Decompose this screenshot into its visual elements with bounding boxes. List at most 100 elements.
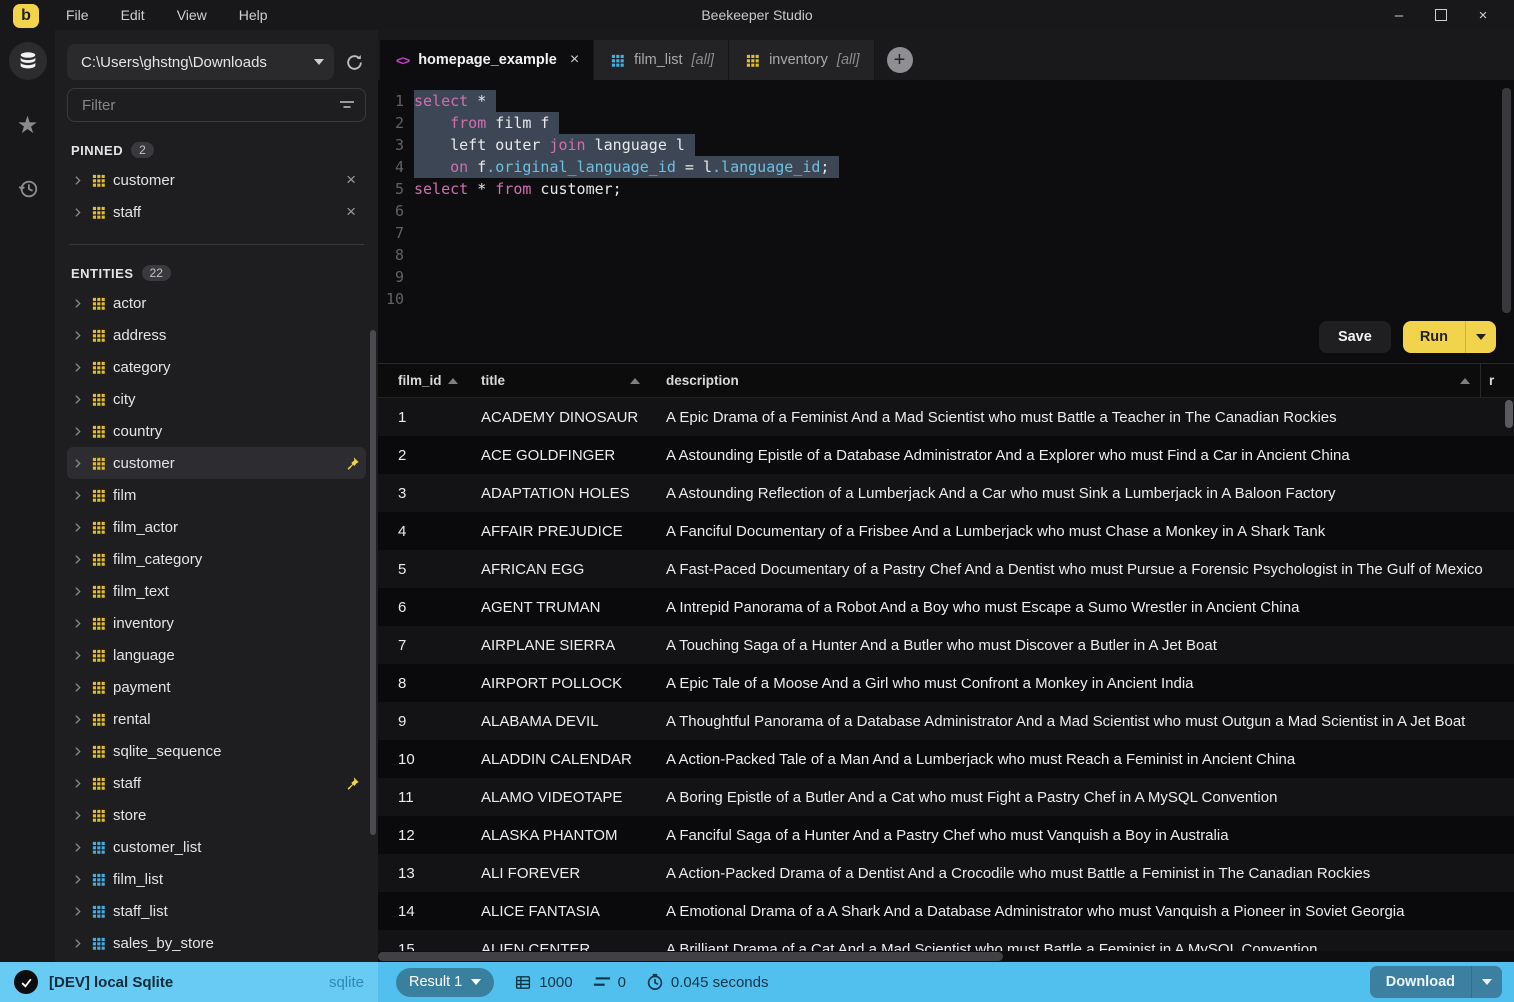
pinned-item-customer[interactable]: customer × [67,164,366,196]
menu-view[interactable]: View [164,3,220,27]
chevron-right-icon[interactable] [71,585,84,598]
sidebar-item-payment[interactable]: payment [67,671,366,703]
sidebar-item-category[interactable]: category [67,351,366,383]
sidebar-item-language[interactable]: language [67,639,366,671]
sidebar-item-film_text[interactable]: film_text [67,575,366,607]
pinned-item-staff[interactable]: staff × [67,196,366,228]
chevron-right-icon[interactable] [71,809,84,822]
chevron-right-icon[interactable] [71,206,84,219]
save-button[interactable]: Save [1318,321,1391,353]
sidebar-item-country[interactable]: country [67,415,366,447]
sidebar-item-inventory[interactable]: inventory [67,607,366,639]
sidebar-item-actor[interactable]: actor [67,287,366,319]
filter-input[interactable] [82,96,339,114]
table-row[interactable]: 8 AIRPORT POLLOCK A Epic Tale of a Moose A… [378,664,1514,702]
table-row[interactable]: 3 ADAPTATION HOLES A Astounding Reflection… [378,474,1514,512]
table-row[interactable]: 12 ALASKA PHANTOM A Fanciful Saga of a Hun… [378,816,1514,854]
chevron-right-icon[interactable] [71,553,84,566]
chevron-right-icon[interactable] [71,649,84,662]
new-tab-button[interactable]: + [886,47,913,73]
sidebar-item-customer_list[interactable]: customer_list [67,831,366,863]
table-row[interactable]: 13 ALI FOREVER A Action-Packed Drama of a … [378,854,1514,892]
tab-homepage_example[interactable]: <> homepage_example × [380,40,595,80]
chevron-right-icon[interactable] [71,361,84,374]
chevron-right-icon[interactable] [71,777,84,790]
sidebar-item-rental[interactable]: rental [67,703,366,735]
table-row[interactable]: 2 ACE GOLDFINGER A Astounding Epistle of a… [378,436,1514,474]
chevron-right-icon[interactable] [71,841,84,854]
chevron-right-icon[interactable] [71,174,84,187]
column-header-next-partial[interactable]: r [1480,364,1514,397]
maximize-button[interactable] [1424,3,1458,27]
sidebar-item-sqlite_sequence[interactable]: sqlite_sequence [67,735,366,767]
table-row[interactable]: 1 ACADEMY DINOSAUR A Epic Drama of a Femin… [378,398,1514,436]
sidebar-item-city[interactable]: city [67,383,366,415]
sidebar-item-staff[interactable]: staff [67,767,366,799]
sidebar-item-staff_list[interactable]: staff_list [67,895,366,927]
chevron-right-icon[interactable] [71,681,84,694]
scrollbar-handle[interactable] [378,952,1003,961]
run-options-button[interactable] [1465,321,1496,353]
column-header-description[interactable]: description [666,373,1480,388]
sidebar-item-film_list[interactable]: film_list [67,863,366,895]
editor-scrollbar[interactable] [1502,88,1511,313]
sidebar-item-film_actor[interactable]: film_actor [67,511,366,543]
table-row[interactable]: 14 ALICE FANTASIA A Emotional Drama of a A… [378,892,1514,930]
menu-edit[interactable]: Edit [108,3,158,27]
tab-suffix: [all] [836,52,860,68]
sidebar-item-address[interactable]: address [67,319,366,351]
table-rows-icon [514,974,532,991]
column-header-film-id[interactable]: film_id [378,373,481,388]
table-row[interactable]: 7 AIRPLANE SIERRA A Touching Saga of a Hun… [378,626,1514,664]
download-options-button[interactable] [1471,966,1502,998]
chevron-right-icon[interactable] [71,873,84,886]
chevron-right-icon[interactable] [71,329,84,342]
database-selector[interactable]: C:\Users\ghstng\Downloads [67,44,334,80]
run-button[interactable]: Run [1403,321,1465,353]
sidebar-scrollbar[interactable] [370,330,376,835]
results-vertical-scrollbar[interactable] [1505,400,1513,428]
menu-help[interactable]: Help [226,3,281,27]
result-selector[interactable]: Result 1 [396,967,495,997]
sidebar-item-film[interactable]: film [67,479,366,511]
chevron-right-icon[interactable] [71,489,84,502]
table-row[interactable]: 11 ALAMO VIDEOTAPE A Boring Epistle of a B… [378,778,1514,816]
table-row[interactable]: 4 AFFAIR PREJUDICE A Fanciful Documentary … [378,512,1514,550]
column-header-title[interactable]: title [481,373,666,388]
chevron-right-icon[interactable] [71,521,84,534]
unpin-close-icon[interactable]: × [342,202,360,222]
table-row[interactable]: 9 ALABAMA DEVIL A Thoughtful Panorama of a… [378,702,1514,740]
refresh-button[interactable] [342,50,366,74]
table-row[interactable]: 6 AGENT TRUMAN A Intrepid Panorama of a Ro… [378,588,1514,626]
chevron-right-icon[interactable] [71,713,84,726]
results-horizontal-scrollbar[interactable] [378,951,1514,962]
history-nav-button[interactable] [9,170,47,208]
tab-inventory[interactable]: inventory [all] [729,40,875,80]
token-p: ; [820,158,830,176]
sidebar-item-film_category[interactable]: film_category [67,543,366,575]
chevron-right-icon[interactable] [71,745,84,758]
favorites-nav-button[interactable]: ★ [9,106,47,144]
tables-nav-button[interactable] [8,42,47,80]
chevron-right-icon[interactable] [71,905,84,918]
tab-close-icon[interactable]: × [570,51,579,69]
entity-label: customer [113,454,175,472]
chevron-right-icon[interactable] [71,617,84,630]
sidebar-item-sales_by_store[interactable]: sales_by_store [67,927,366,959]
table-row[interactable]: 5 AFRICAN EGG A Fast-Paced Documentary of … [378,550,1514,588]
menu-file[interactable]: File [53,3,102,27]
tab-film_list[interactable]: film_list [all] [594,40,730,80]
table-row[interactable]: 10 ALADDIN CALENDAR A Action-Packed Tale o… [378,740,1514,778]
chevron-right-icon[interactable] [71,457,84,470]
sql-editor[interactable]: 1 select * 2 from film f3 left outer join … [378,80,1514,363]
unpin-close-icon[interactable]: × [342,170,360,190]
chevron-right-icon[interactable] [71,937,84,950]
sidebar-item-store[interactable]: store [67,799,366,831]
sidebar-item-customer[interactable]: customer [67,447,366,479]
chevron-right-icon[interactable] [71,425,84,438]
close-button[interactable]: × [1466,3,1500,27]
minimize-button[interactable]: – [1382,3,1416,27]
download-button[interactable]: Download [1370,966,1471,998]
chevron-right-icon[interactable] [71,393,84,406]
chevron-right-icon[interactable] [71,297,84,310]
